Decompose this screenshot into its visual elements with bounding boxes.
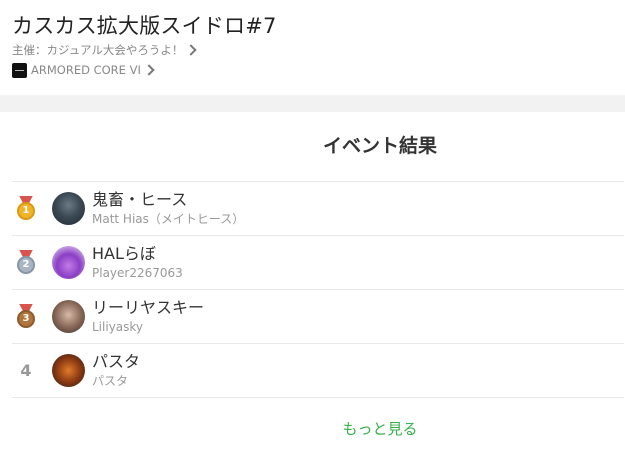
result-row[interactable]: 2 HALらぼ Player2267063 [12, 235, 624, 289]
rank-number: 4 [20, 361, 32, 380]
avatar[interactable] [52, 300, 85, 333]
result-row[interactable]: 3 リーリヤスキー Liliyasky [12, 289, 624, 343]
event-title: カスカス拡大版スイドロ#7 [12, 14, 277, 38]
avatar[interactable] [52, 354, 85, 387]
result-row[interactable]: 1 鬼畜・ヒース Matt Hias（メイトヒース） [12, 181, 624, 235]
section-divider [0, 95, 625, 112]
rank-cell: 1 [12, 195, 40, 222]
chevron-right-icon [143, 64, 155, 76]
results-list: 1 鬼畜・ヒース Matt Hias（メイトヒース） 2 HALらぼ Playe… [12, 181, 624, 398]
game-logo-icon [12, 62, 27, 78]
gold-medal-icon: 1 [16, 195, 36, 222]
rank-cell: 2 [12, 249, 40, 276]
silver-medal-icon: 2 [16, 249, 36, 276]
player-subname: パスタ [92, 374, 129, 388]
rank-cell: 3 [12, 303, 40, 330]
bronze-medal-icon: 3 [16, 303, 36, 330]
player-subname: Liliyasky [92, 320, 144, 334]
chevron-right-icon [185, 44, 198, 56]
see-more-link[interactable]: もっと見る [0, 418, 625, 439]
player-subname: Player2267063 [92, 266, 183, 280]
avatar[interactable] [52, 192, 85, 225]
rank-cell: 4 [12, 361, 40, 380]
result-row[interactable]: 4 パスタ パスタ [12, 343, 624, 398]
player-name[interactable]: 鬼畜・ヒース [92, 190, 244, 209]
organizer-link[interactable]: 主催：カジュアル大会やろうよ！ [12, 40, 613, 60]
results-heading: イベント結果 [322, 135, 437, 157]
player-name[interactable]: リーリヤスキー [92, 298, 204, 317]
avatar[interactable] [52, 246, 85, 279]
player-subname: Matt Hias（メイトヒース） [92, 212, 245, 226]
player-name[interactable]: HALらぼ [92, 244, 183, 263]
player-name[interactable]: パスタ [92, 352, 140, 371]
event-header: カスカス拡大版スイドロ#7 主催：カジュアル大会やろうよ！ ARMORED CO… [0, 0, 625, 80]
game-label: ARMORED CORE VI [31, 63, 141, 77]
game-link[interactable]: ARMORED CORE VI [12, 60, 613, 80]
organizer-label: 主催：カジュアル大会やろうよ！ [12, 43, 184, 57]
